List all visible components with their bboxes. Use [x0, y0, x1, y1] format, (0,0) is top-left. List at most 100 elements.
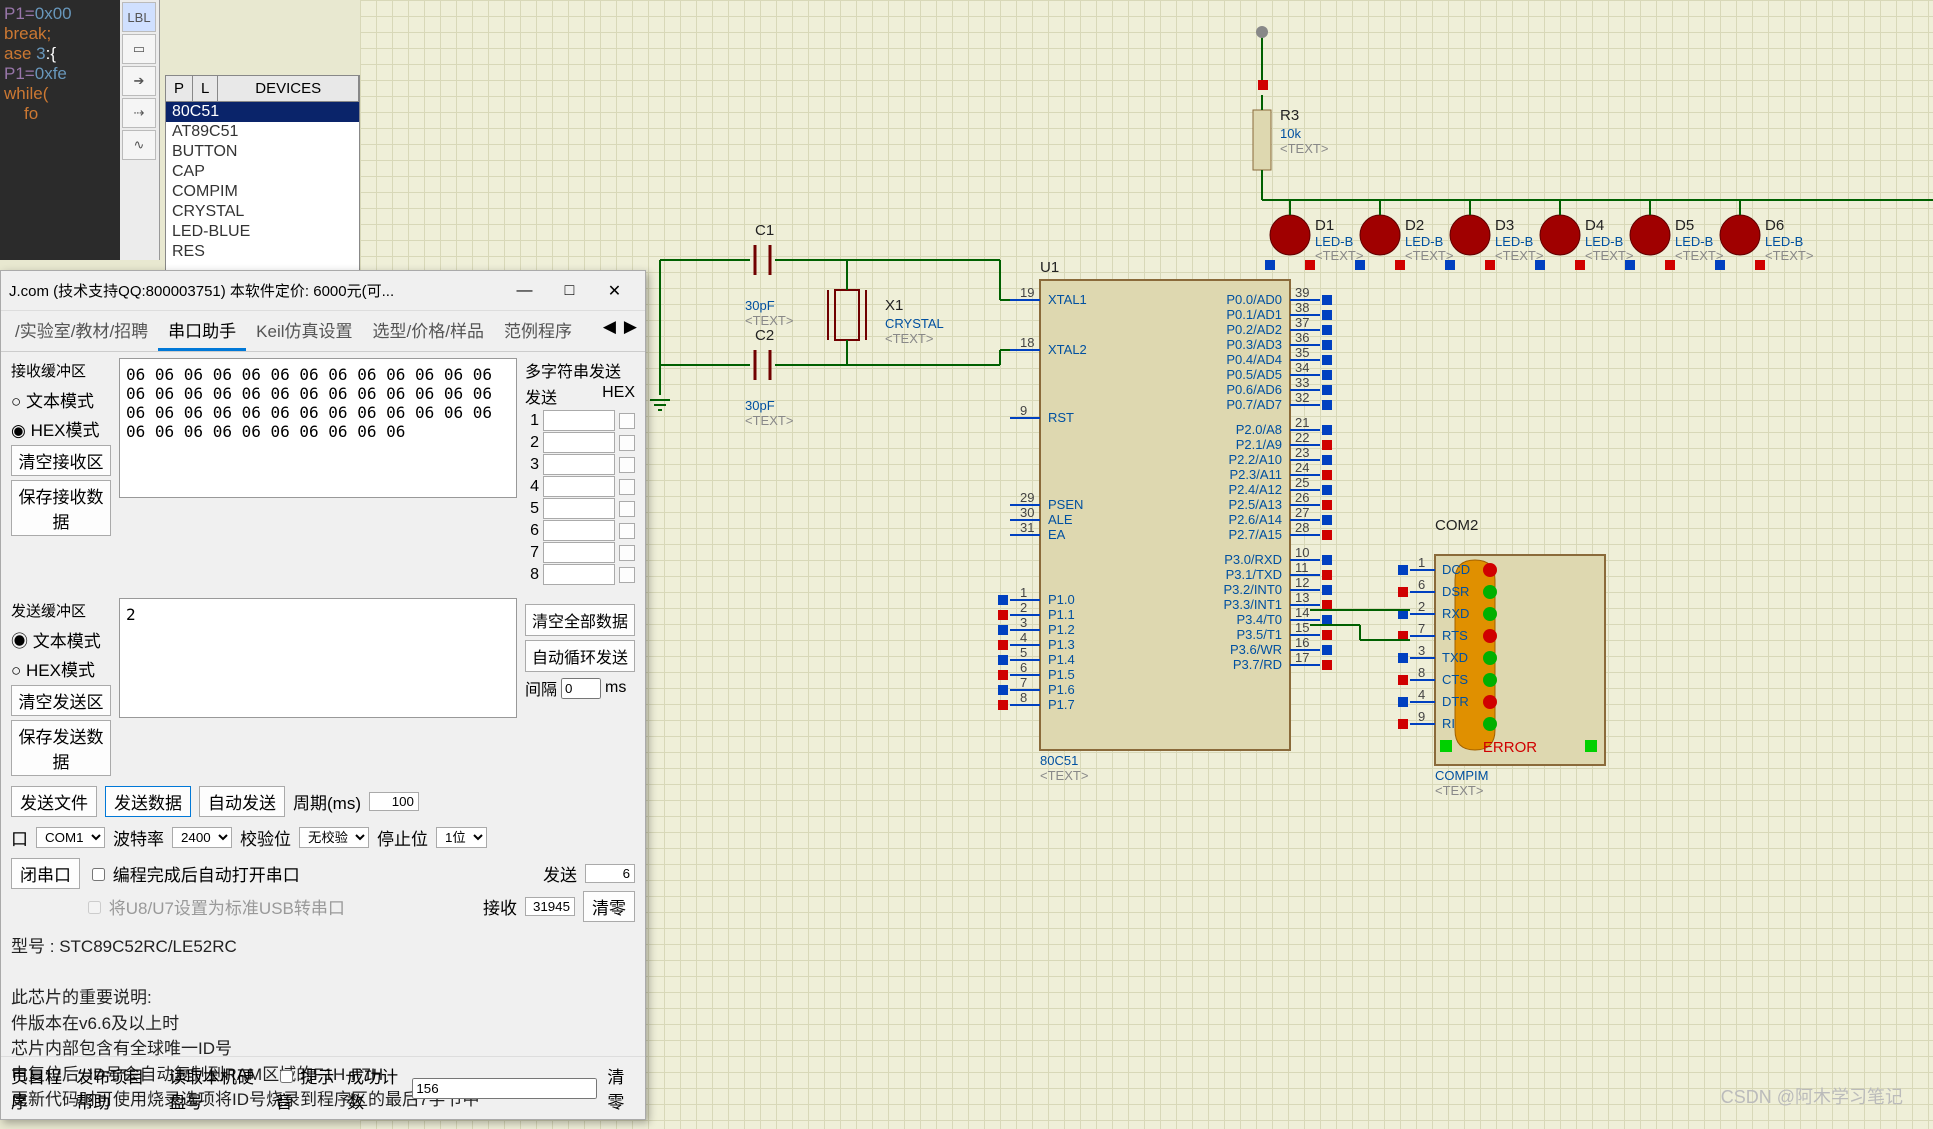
svg-text:29: 29: [1020, 490, 1034, 505]
svg-text:R3: R3: [1280, 107, 1299, 124]
parity-select[interactable]: 无校验: [299, 827, 369, 848]
svg-text:P0.0/AD0: P0.0/AD0: [1226, 292, 1282, 307]
svg-text:P0.4/AD4: P0.4/AD4: [1226, 352, 1282, 367]
multi-6[interactable]: [543, 520, 615, 541]
hex-4[interactable]: [619, 479, 635, 495]
tab-sample[interactable]: 范例程序: [494, 311, 582, 351]
tx-hex-mode[interactable]: ○ HEX模式: [11, 656, 111, 681]
svg-text:P3.5/T1: P3.5/T1: [1236, 627, 1282, 642]
tool-rect[interactable]: ▭: [122, 34, 156, 64]
multi-4[interactable]: [543, 476, 615, 497]
svg-text:EA: EA: [1048, 527, 1066, 542]
multi-7[interactable]: [543, 542, 615, 563]
send-data-button[interactable]: 发送数据: [105, 786, 191, 817]
clear-tx-button[interactable]: 清空发送区: [11, 685, 111, 716]
device-item[interactable]: CAP: [166, 162, 359, 182]
cap-c1[interactable]: C1 30pF <TEXT>: [745, 222, 793, 328]
svg-text:XTAL2: XTAL2: [1048, 342, 1087, 357]
crystal-x1[interactable]: X1 CRYSTAL <TEXT>: [828, 290, 944, 346]
tool-bus[interactable]: ⇢: [122, 98, 156, 128]
watermark: CSDN @阿木学习笔记: [1721, 1083, 1903, 1109]
clear-all-button[interactable]: 清空全部数据: [525, 604, 635, 636]
svg-text:27: 27: [1295, 505, 1309, 520]
svg-text:3: 3: [1020, 615, 1027, 630]
tool-arrow[interactable]: ➔: [122, 66, 156, 96]
close-port-button[interactable]: 闭串口: [11, 858, 80, 889]
svg-text:D4: D4: [1585, 217, 1604, 234]
svg-text:DSR: DSR: [1442, 584, 1469, 599]
auto-open-check[interactable]: 编程完成后自动打开串口: [88, 861, 300, 886]
device-item[interactable]: LED-BLUE: [166, 222, 359, 242]
hex-6[interactable]: [619, 523, 635, 539]
device-item[interactable]: AT89C51: [166, 122, 359, 142]
tab-left-icon[interactable]: ◀: [599, 311, 620, 351]
tx-textarea[interactable]: 2: [119, 598, 517, 718]
multi-2[interactable]: [543, 432, 615, 453]
close-button[interactable]: ✕: [592, 276, 637, 306]
interval-input[interactable]: [561, 678, 601, 699]
rx-hex-mode[interactable]: ◉ HEX模式: [11, 416, 111, 441]
publish-help-button[interactable]: 发布项目帮助: [76, 1063, 159, 1113]
auto-send-button[interactable]: 自动发送: [199, 786, 285, 817]
period-input[interactable]: [369, 792, 419, 811]
hex-2[interactable]: [619, 435, 635, 451]
multi-3[interactable]: [543, 454, 615, 475]
device-item[interactable]: COMPIM: [166, 182, 359, 202]
col-devices: DEVICES: [218, 76, 359, 101]
svg-text:<TEXT>: <TEXT>: [745, 313, 793, 328]
col-p[interactable]: P: [166, 76, 193, 101]
maximize-button[interactable]: □: [547, 276, 592, 306]
clear-rx-button[interactable]: 清空接收区: [11, 445, 111, 476]
cap-c2[interactable]: C2 30pF <TEXT>: [745, 327, 793, 428]
svg-text:P2.0/A8: P2.0/A8: [1236, 422, 1282, 437]
tab-serial[interactable]: 串口助手: [158, 311, 246, 351]
usb-check[interactable]: 将U8/U7设置为标准USB转串口: [84, 894, 345, 919]
svg-text:8: 8: [1418, 665, 1425, 680]
read-disk-button[interactable]: 读取本机硬盘号: [169, 1063, 266, 1113]
tx-text-mode[interactable]: ◉ 文本模式: [11, 627, 111, 652]
clear-count-button[interactable]: 清零: [583, 891, 635, 922]
svg-text:RTS: RTS: [1442, 628, 1468, 643]
rx-text-mode[interactable]: ○ 文本模式: [11, 387, 111, 412]
save-tx-button[interactable]: 保存发送数据: [11, 720, 111, 776]
save-rx-button[interactable]: 保存接收数据: [11, 480, 111, 536]
svg-text:6: 6: [1020, 660, 1027, 675]
hex-7[interactable]: [619, 545, 635, 561]
tip-sound-check[interactable]: 提示音: [276, 1063, 338, 1113]
svg-text:2: 2: [1020, 600, 1027, 615]
resistor-r3[interactable]: R3 10k <TEXT>: [1253, 80, 1328, 200]
proj-prog-button[interactable]: 页目程序: [11, 1063, 66, 1113]
svg-text:P1.1: P1.1: [1048, 607, 1075, 622]
rx-label: 接收缓冲区: [11, 358, 111, 383]
compim-com2[interactable]: COM2 1DCD6DSR2RXD7RTS3TXD8CTS4DTR9RI ERR…: [1398, 517, 1605, 798]
hex-1[interactable]: [619, 413, 635, 429]
rx-textarea[interactable]: 06 06 06 06 06 06 06 06 06 06 06 06 06 0…: [119, 358, 517, 498]
device-item[interactable]: 80C51: [166, 102, 359, 122]
port-select[interactable]: COM1: [36, 827, 105, 848]
multi-8[interactable]: [543, 564, 615, 585]
minimize-button[interactable]: —: [502, 276, 547, 306]
send-file-button[interactable]: 发送文件: [11, 786, 97, 817]
tool-lbl[interactable]: LBL: [122, 2, 156, 32]
multi-5[interactable]: [543, 498, 615, 519]
svg-text:P1.2: P1.2: [1048, 622, 1075, 637]
tab-price[interactable]: 选型/价格/样品: [363, 311, 494, 351]
clear-success-button[interactable]: 清零: [607, 1063, 635, 1113]
tab-keil[interactable]: Keil仿真设置: [246, 311, 362, 351]
baud-select[interactable]: 2400: [172, 827, 232, 848]
device-item[interactable]: CRYSTAL: [166, 202, 359, 222]
device-item[interactable]: RES: [166, 242, 359, 262]
device-item[interactable]: BUTTON: [166, 142, 359, 162]
tool-wave[interactable]: ∿: [122, 130, 156, 160]
multi-1[interactable]: [543, 410, 615, 431]
tab-lab[interactable]: /实验室/教材/招聘: [5, 311, 158, 351]
svg-text:30pF: 30pF: [745, 398, 775, 413]
auto-loop-button[interactable]: 自动循环发送: [525, 640, 635, 672]
hex-5[interactable]: [619, 501, 635, 517]
hex-8[interactable]: [619, 567, 635, 583]
hex-3[interactable]: [619, 457, 635, 473]
stop-select[interactable]: 1位: [436, 827, 487, 848]
col-l[interactable]: L: [193, 76, 218, 101]
code-editor: P1=0x00 break; ase 3:{ P1=0xfe while( fo: [0, 0, 120, 260]
tab-right-icon[interactable]: ▶: [620, 311, 641, 351]
